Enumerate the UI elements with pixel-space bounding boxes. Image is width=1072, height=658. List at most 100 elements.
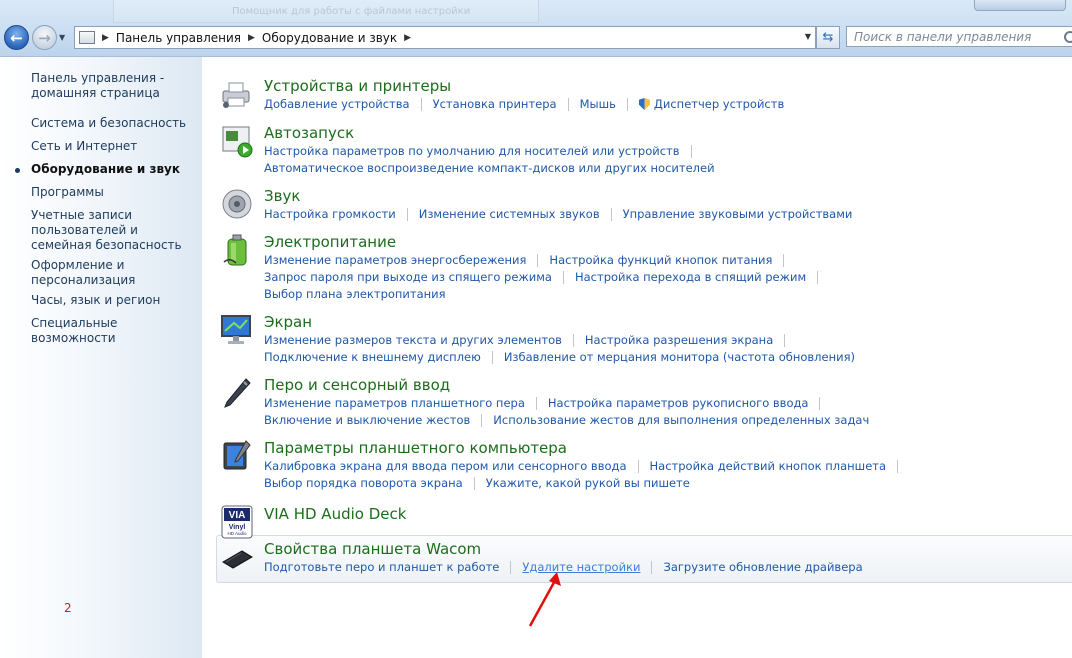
sidebar-item-hardware-sound[interactable]: Оборудование и звук [31,162,196,177]
autoplay-icon [222,126,253,158]
sidebar-item-home[interactable]: Панель управления - домашняя страница [31,71,196,101]
link-row: Включение и выключение жестов Использова… [264,413,869,427]
link-separator [406,207,408,221]
link-separator [651,560,653,574]
chevron-right-icon[interactable]: ▶ [404,33,411,43]
link-row: Добавление устройства Установка принтера… [264,97,784,111]
link-sleep-settings[interactable]: Настройка перехода в спящий режим [575,270,806,284]
back-button[interactable]: ← [4,25,29,50]
link-require-password[interactable]: Запрос пароля при выходе из спящего режи… [264,270,552,284]
link-row: Выбор порядка поворота экрана Укажите, к… [264,476,690,490]
recent-pages-dropdown[interactable]: ▼ [59,33,65,42]
link-system-sounds[interactable]: Изменение системных звуков [419,207,600,221]
link-separator [537,253,539,267]
chevron-right-icon[interactable]: ▶ [248,33,255,43]
sidebar-item-programs[interactable]: Программы [31,185,196,200]
link-power-plan-settings[interactable]: Изменение параметров энергосбережения [264,253,526,267]
link-separator [572,333,574,347]
link-separator [481,413,483,427]
via-logo-text: VIA [229,510,246,521]
link-rotation-order[interactable]: Выбор порядка поворота экрана [264,476,463,490]
section-title[interactable]: Перо и сенсорный ввод [264,376,450,394]
link-row: Настройка параметров по умолчанию для но… [264,144,703,158]
background-window-title: Помощник для работы с файлами настройки … [232,6,472,17]
link-row: Калибровка экрана для ввода пером или се… [264,459,909,473]
link-prepare-pen-tablet[interactable]: Подготовьте перо и планшет к работе [264,560,499,574]
monitor-icon [221,315,251,344]
link-use-gestures[interactable]: Использование жестов для выполнения опре… [493,413,869,427]
section-title[interactable]: Свойства планшета Wacom [264,540,481,558]
link-calibrate-screen[interactable]: Калибровка экрана для ввода пером или се… [264,459,627,473]
sidebar-item-clock-region[interactable]: Часы, язык и регион [31,293,196,308]
section-title[interactable]: VIA HD Audio Deck [264,505,406,523]
link-tablet-buttons[interactable]: Настройка действий кнопок планшета [650,459,887,473]
background-window-ghost: Помощник для работы с файлами настройки … [113,0,539,23]
link-autoplay-cds[interactable]: Автоматическое воспроизведение компакт-д… [264,161,715,175]
link-mouse[interactable]: Мышь [580,97,616,111]
link-separator [817,270,819,284]
sidebar-item-user-accounts[interactable]: Учетные записи пользователей и семейная … [31,208,196,253]
link-audio-devices[interactable]: Управление звуковыми устройствами [623,207,853,221]
link-row: Настройка громкости Изменение системных … [264,207,852,221]
link-download-driver-update[interactable]: Загрузите обновление драйвера [663,560,862,574]
sidebar-item-appearance[interactable]: Оформление и персонализация [31,258,196,288]
link-external-display[interactable]: Подключение к внешнему дисплею [264,350,481,364]
link-device-manager[interactable]: Диспетчер устройств [654,97,784,111]
search-input[interactable]: Поиск в панели управления [846,26,1072,47]
section-title[interactable]: Параметры планшетного компьютера [264,439,567,457]
link-choose-power-plan[interactable]: Выбор плана электропитания [264,287,446,301]
link-separator [783,253,785,267]
section-title[interactable]: Электропитание [264,233,396,251]
sidebar: Панель управления - домашняя страница Си… [0,57,202,658]
link-separator [567,97,569,111]
arrow-left-icon: ← [10,28,23,47]
refresh-button[interactable]: ⇆ [816,26,840,49]
link-separator [610,207,612,221]
link-add-device[interactable]: Добавление устройства [264,97,410,111]
link-row: Подключение к внешнему дисплею Избавлени… [264,350,855,364]
breadcrumb-control-panel[interactable]: Панель управления [116,31,241,45]
link-separator [626,97,628,111]
section-title[interactable]: Экран [264,313,312,331]
forward-button[interactable]: → [32,25,57,50]
link-toggle-gestures[interactable]: Включение и выключение жестов [264,413,470,427]
section-title[interactable]: Звук [264,187,300,205]
breadcrumb-hardware-sound[interactable]: Оборудование и звук [262,31,397,45]
address-dropdown-icon[interactable]: ▼ [805,32,811,41]
link-text-size[interactable]: Изменение размеров текста и других элеме… [264,333,562,347]
address-bar[interactable]: ▶ Панель управления ▶ Оборудование и зву… [74,26,816,49]
link-handedness[interactable]: Укажите, какой рукой вы пишете [486,476,690,490]
chevron-right-icon[interactable]: ▶ [102,33,109,43]
link-refresh-rate[interactable]: Избавление от мерцания монитора (частота… [504,350,855,364]
current-item-bullet-icon [15,168,20,173]
link-autoplay-defaults[interactable]: Настройка параметров по умолчанию для но… [264,144,680,158]
link-handwriting-settings[interactable]: Настройка параметров рукописного ввода [548,396,809,410]
uac-shield-icon [638,98,650,110]
link-row: Выбор плана электропитания [264,287,446,301]
section-title[interactable]: Автозапуск [264,124,354,142]
search-icon[interactable] [1064,31,1072,43]
link-separator [420,97,422,111]
window-caption-buttons[interactable] [974,0,1066,11]
link-row: Изменение параметров планшетного пера На… [264,396,831,410]
refresh-icon: ⇆ [822,30,834,45]
sidebar-item-accessibility[interactable]: Специальные возможности [31,316,196,346]
link-add-printer[interactable]: Установка принтера [433,97,557,111]
sidebar-item-system-security[interactable]: Система и безопасность [31,116,196,131]
section-title[interactable]: Устройства и принтеры [264,77,451,95]
hd-audio-logo-text: HD Audio [227,531,247,536]
window-toolbar: Помощник для работы с файлами настройки … [0,0,1072,57]
link-separator [535,396,537,410]
link-power-buttons[interactable]: Настройка функций кнопок питания [549,253,772,267]
link-adjust-volume[interactable]: Настройка громкости [264,207,396,221]
link-screen-resolution[interactable]: Настройка разрешения экрана [585,333,773,347]
link-separator [562,270,564,284]
link-separator [897,459,899,473]
link-separator [690,144,692,158]
link-pen-settings[interactable]: Изменение параметров планшетного пера [264,396,525,410]
speaker-icon [222,189,252,219]
pen-icon [224,378,251,408]
tablet-icon [223,440,251,470]
battery-icon [223,234,247,266]
sidebar-item-network[interactable]: Сеть и Интернет [31,139,196,154]
